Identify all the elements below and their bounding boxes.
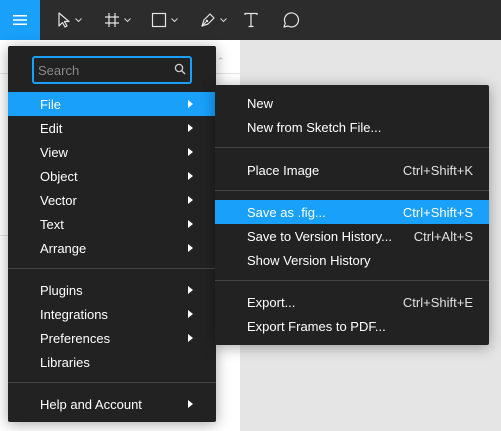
main-menu: File Edit View Object Vector Text Arrang… [8, 46, 216, 422]
comment-tool-button[interactable] [280, 0, 302, 40]
menu-separator [215, 147, 489, 148]
shortcut-label: Ctrl+Alt+S [413, 228, 473, 244]
menu-item-label: Libraries [40, 354, 90, 370]
frame-hash-icon [104, 12, 120, 28]
menu-separator [8, 382, 216, 383]
menu-item-label: Object [40, 168, 78, 184]
menu-item-file[interactable]: File [8, 92, 216, 116]
submenu-arrow-icon [188, 124, 193, 132]
submenu-item-label: Show Version History [247, 252, 371, 268]
submenu-item-label: Export Frames to PDF... [247, 318, 386, 334]
menu-item-label: Edit [40, 120, 63, 136]
file-submenu: New New from Sketch File... Place Image … [215, 85, 489, 345]
chevron-down-icon [219, 17, 227, 23]
submenu-item-save-to-version-history[interactable]: Save to Version History... Ctrl+Alt+S [215, 224, 489, 248]
search-icon [174, 63, 186, 78]
cursor-arrow-icon [57, 12, 71, 28]
menu-separator [215, 190, 489, 191]
pen-icon [200, 12, 216, 28]
submenu-item-label: New from Sketch File... [247, 119, 382, 135]
submenu-arrow-icon [188, 286, 193, 294]
menu-search-input[interactable] [38, 62, 168, 78]
menu-item-object[interactable]: Object [8, 164, 216, 188]
menu-separator [215, 280, 489, 281]
submenu-item-label: Place Image [247, 162, 320, 178]
menu-item-label: File [40, 96, 61, 112]
submenu-item-export[interactable]: Export... Ctrl+Shift+E [215, 290, 489, 314]
submenu-item-new-from-sketch[interactable]: New from Sketch File... [215, 115, 489, 139]
submenu-arrow-icon [188, 196, 193, 204]
submenu-arrow-icon [188, 220, 193, 228]
submenu-item-show-version-history[interactable]: Show Version History [215, 248, 489, 272]
submenu-item-place-image[interactable]: Place Image Ctrl+Shift+K [215, 158, 489, 182]
menu-item-label: Vector [40, 192, 77, 208]
menu-item-libraries[interactable]: Libraries [8, 350, 216, 374]
menu-item-plugins[interactable]: Plugins [8, 278, 216, 302]
menu-item-help-and-account[interactable]: Help and Account [8, 392, 216, 416]
pen-tool-button[interactable] [196, 0, 230, 40]
menu-item-label: Help and Account [40, 396, 142, 412]
submenu-arrow-icon [188, 334, 193, 342]
main-menu-button[interactable] [0, 0, 40, 40]
shortcut-label: Ctrl+Shift+K [402, 162, 473, 178]
submenu-arrow-icon [188, 400, 193, 408]
submenu-item-label: Export... [247, 294, 296, 310]
menu-item-arrange[interactable]: Arrange [8, 236, 216, 260]
submenu-item-save-as-fig[interactable]: Save as .fig... Ctrl+Shift+S [215, 200, 489, 224]
menu-item-label: Text [40, 216, 64, 232]
submenu-item-label: Save as .fig... [247, 204, 326, 220]
menu-item-text[interactable]: Text [8, 212, 216, 236]
submenu-arrow-icon [188, 100, 193, 108]
submenu-arrow-icon [188, 148, 193, 156]
menu-item-label: Integrations [40, 306, 108, 322]
submenu-item-label: New [247, 95, 274, 111]
rectangle-icon [151, 12, 167, 28]
frame-tool-button[interactable] [100, 0, 134, 40]
move-tool-button[interactable] [52, 0, 86, 40]
comment-bubble-icon [282, 11, 300, 29]
menu-item-edit[interactable]: Edit [8, 116, 216, 140]
submenu-item-label: Save to Version History... [247, 228, 392, 244]
submenu-arrow-icon [188, 172, 193, 180]
text-t-icon [243, 12, 259, 28]
menu-item-preferences[interactable]: Preferences [8, 326, 216, 350]
menu-separator [8, 268, 216, 269]
chevron-up-icon: ⌃ [217, 56, 225, 66]
shortcut-label: Ctrl+Shift+S [402, 204, 473, 220]
chevron-down-icon [123, 17, 131, 23]
chevron-down-icon [74, 17, 82, 23]
chevron-down-icon [170, 17, 178, 23]
menu-item-label: Preferences [40, 330, 111, 346]
submenu-item-export-frames-to-pdf[interactable]: Export Frames to PDF... [215, 314, 489, 338]
menu-item-label: View [40, 144, 68, 160]
hamburger-icon [12, 14, 28, 26]
menu-item-view[interactable]: View [8, 140, 216, 164]
menu-item-label: Plugins [40, 282, 83, 298]
toolbar [0, 0, 501, 40]
shape-tool-button[interactable] [146, 0, 182, 40]
menu-search-box [32, 56, 192, 84]
menu-item-integrations[interactable]: Integrations [8, 302, 216, 326]
menu-item-vector[interactable]: Vector [8, 188, 216, 212]
text-tool-button[interactable] [240, 0, 262, 40]
menu-item-label: Arrange [40, 240, 87, 256]
shortcut-label: Ctrl+Shift+E [402, 294, 473, 310]
submenu-item-new[interactable]: New [215, 91, 489, 115]
submenu-arrow-icon [188, 310, 193, 318]
submenu-arrow-icon [188, 244, 193, 252]
